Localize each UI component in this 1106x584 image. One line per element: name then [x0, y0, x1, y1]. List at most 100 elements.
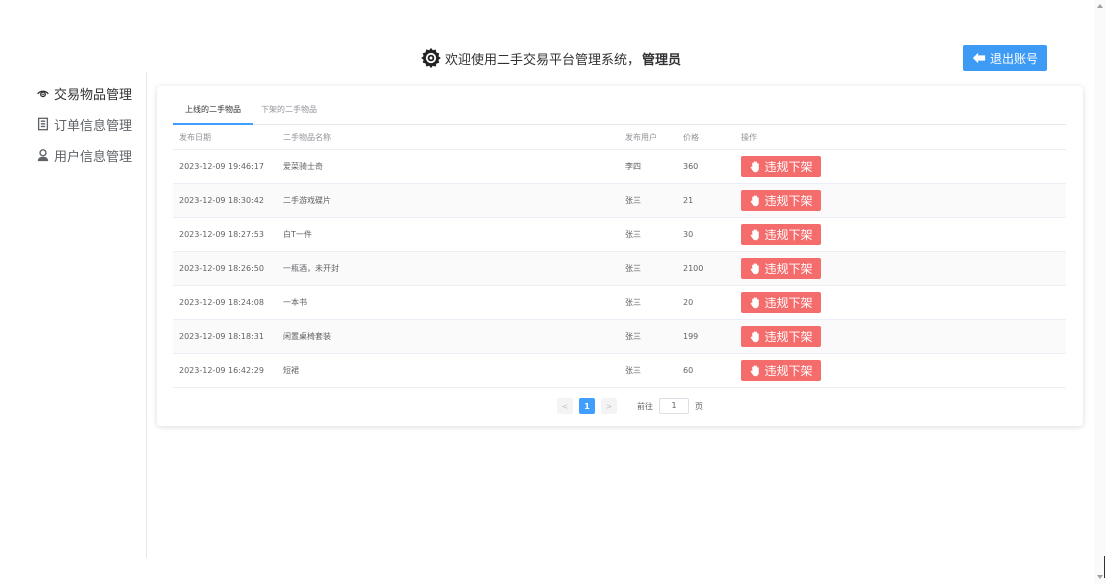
items-table: 发布日期 二手物品名称 发布用户 价格 操作 2023-12-09 19:46:…: [173, 125, 1066, 388]
takedown-label: 违规下架: [764, 160, 813, 174]
takedown-button[interactable]: 违规下架: [741, 156, 821, 177]
cell-action: 违规下架: [735, 217, 1066, 252]
cell-price: 21: [677, 183, 735, 218]
cell-action: 违规下架: [735, 319, 1066, 354]
cell-user: 张三: [619, 251, 677, 286]
column-header-action: 操作: [735, 125, 1066, 150]
pagination: < 1 > 前往 1 页: [557, 398, 703, 414]
takedown-label: 违规下架: [764, 296, 813, 310]
table-row: 2023-12-09 18:30:42 二手游戏碟片 张三 21 违规下架: [173, 183, 1066, 218]
prev-page-button[interactable]: <: [557, 398, 573, 414]
takedown-button[interactable]: 违规下架: [741, 224, 821, 245]
table-row: 2023-12-09 16:42:29 短裙 张三 60 违规下架: [173, 353, 1066, 388]
sidebar-item-label: 交易物品管理: [54, 87, 133, 103]
table-row: 2023-12-09 18:26:50 一瓶酒，未开封 张三 2100 违规下架: [173, 251, 1066, 286]
tab-bar: 上线的二手物品 下架的二手物品: [173, 100, 1066, 125]
cell-date: 2023-12-09 18:27:53: [173, 217, 277, 252]
cell-name: 闲置桌椅套装: [277, 319, 619, 354]
gear-icon: [421, 47, 441, 69]
cell-action: 违规下架: [735, 183, 1066, 218]
cell-date: 2023-12-09 16:42:29: [173, 353, 277, 388]
eye-icon: [37, 90, 49, 98]
cell-price: 199: [677, 319, 735, 354]
cell-action: 违规下架: [735, 353, 1066, 388]
cell-name: 爱菜骑士奇: [277, 149, 619, 184]
takedown-button[interactable]: 违规下架: [741, 292, 821, 313]
welcome-text: 欢迎使用二手交易平台管理系统，: [445, 52, 641, 68]
cell-name: 白T一件: [277, 217, 619, 252]
sidebar-item-label: 用户信息管理: [54, 149, 133, 165]
back-arrow-icon: [972, 52, 986, 64]
hand-stop-icon: [751, 161, 760, 173]
cell-name: 二手游戏碟片: [277, 183, 619, 218]
cell-action: 违规下架: [735, 149, 1066, 184]
cell-price: 60: [677, 353, 735, 388]
next-page-button[interactable]: >: [601, 398, 617, 414]
cell-user: 张三: [619, 285, 677, 320]
table-header: 发布日期 二手物品名称 发布用户 价格 操作: [173, 125, 1066, 150]
tab-online-items[interactable]: 上线的二手物品: [185, 104, 241, 115]
takedown-label: 违规下架: [764, 364, 813, 378]
scrollbar[interactable]: [1094, 0, 1106, 584]
column-header-date: 发布日期: [173, 125, 277, 150]
goto-page-input[interactable]: 1: [659, 398, 689, 414]
takedown-button[interactable]: 违规下架: [741, 190, 821, 211]
takedown-button[interactable]: 违规下架: [741, 326, 821, 347]
takedown-label: 违规下架: [764, 228, 813, 242]
column-header-name: 二手物品名称: [277, 125, 619, 150]
items-card: 上线的二手物品 下架的二手物品 发布日期 二手物品名称 发布用户 价格 操作 2…: [157, 86, 1083, 426]
tab-offline-items[interactable]: 下架的二手物品: [261, 104, 317, 115]
cell-name: 一本书: [277, 285, 619, 320]
takedown-label: 违规下架: [764, 330, 813, 344]
cell-action: 违规下架: [735, 285, 1066, 320]
hand-stop-icon: [751, 365, 760, 377]
header: 欢迎使用二手交易平台管理系统， 管理员 退出账号: [0, 0, 1094, 71]
cell-user: 张三: [619, 183, 677, 218]
cell-price: 30: [677, 217, 735, 252]
goto-suffix: 页: [695, 401, 703, 411]
cell-user: 张三: [619, 353, 677, 388]
table-row: 2023-12-09 19:46:17 爱菜骑士奇 李四 360 违规下架: [173, 149, 1066, 184]
hand-stop-icon: [751, 297, 760, 309]
cell-date: 2023-12-09 18:24:08: [173, 285, 277, 320]
cell-price: 20: [677, 285, 735, 320]
column-header-user: 发布用户: [619, 125, 677, 150]
cell-date: 2023-12-09 18:18:31: [173, 319, 277, 354]
hand-stop-icon: [751, 195, 760, 207]
cell-date: 2023-12-09 18:26:50: [173, 251, 277, 286]
cell-price: 360: [677, 149, 735, 184]
column-header-price: 价格: [677, 125, 735, 150]
cell-date: 2023-12-09 18:30:42: [173, 183, 277, 218]
document-icon: [37, 117, 49, 131]
takedown-label: 违规下架: [764, 262, 813, 276]
cell-action: 违规下架: [735, 251, 1066, 286]
sidebar-item-label: 订单信息管理: [54, 118, 133, 134]
logout-button[interactable]: 退出账号: [963, 45, 1047, 71]
scroll-down-arrow-icon[interactable]: [1097, 575, 1103, 579]
hand-stop-icon: [751, 229, 760, 241]
cell-name: 短裙: [277, 353, 619, 388]
cell-user: 张三: [619, 319, 677, 354]
cell-user: 李四: [619, 149, 677, 184]
takedown-button[interactable]: 违规下架: [741, 360, 821, 381]
scroll-up-arrow-icon[interactable]: [1097, 4, 1103, 8]
scroll-thumb[interactable]: [1104, 556, 1105, 578]
user-icon: [37, 149, 49, 162]
sidebar: 交易物品管理 订单信息管理 用户信息管理: [0, 72, 147, 558]
hand-stop-icon: [751, 263, 760, 275]
cell-user: 张三: [619, 217, 677, 252]
takedown-label: 违规下架: [764, 194, 813, 208]
takedown-button[interactable]: 违规下架: [741, 258, 821, 279]
sidebar-item-items[interactable]: 交易物品管理: [36, 83, 132, 103]
page-number-current[interactable]: 1: [579, 398, 595, 414]
logout-label: 退出账号: [989, 51, 1038, 66]
cell-name: 一瓶酒，未开封: [277, 251, 619, 286]
sidebar-item-users[interactable]: 用户信息管理: [36, 145, 132, 165]
cell-date: 2023-12-09 19:46:17: [173, 149, 277, 184]
cell-price: 2100: [677, 251, 735, 286]
goto-prefix: 前往: [637, 401, 653, 411]
table-row: 2023-12-09 18:24:08 一本书 张三 20 违规下架: [173, 285, 1066, 320]
table-row: 2023-12-09 18:27:53 白T一件 张三 30 违规下架: [173, 217, 1066, 252]
sidebar-item-orders[interactable]: 订单信息管理: [36, 114, 132, 134]
page-title: 欢迎使用二手交易平台管理系统， 管理员: [420, 47, 681, 69]
